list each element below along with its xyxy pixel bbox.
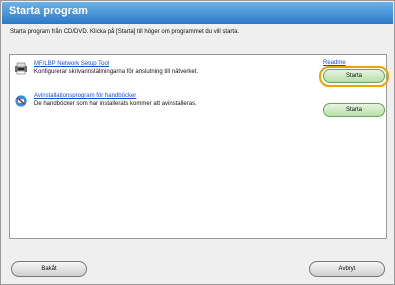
instruction-text: Starta program från CD/DVD. Klicka på [S… [10,29,240,35]
program-desc-network-setup: Konfigurerar skrivarinställningarna för … [34,69,199,75]
program-desc-uninstall-manuals: De handböcker som har installerats komme… [34,101,197,107]
program-name-uninstall-manuals[interactable]: Avinstallationsprogram för handböcker [34,93,136,99]
cancel-button[interactable]: Avbryt [309,261,385,277]
program-name-network-setup[interactable]: MF/LBP Network Setup Tool [34,61,109,67]
dialog-window: Starta program Starta program från CD/DV… [0,0,395,285]
cancel-button-label: Avbryt [338,266,356,272]
back-button-label: Bakåt [41,266,57,272]
start-button-network-setup[interactable]: Starta [323,69,385,83]
back-button[interactable]: Bakåt [11,261,87,277]
title-bar: Starta program [2,2,393,24]
printer-setup-icon [15,62,27,75]
start-button-label: Starta [345,73,362,79]
start-button-label: Starta [345,107,362,113]
uninstall-manuals-icon [15,95,27,107]
program-list-panel: MF/LBP Network Setup Tool Konfigurerar s… [9,54,389,239]
window-title: Starta program [9,5,88,17]
start-button-uninstall-manuals[interactable]: Starta [323,103,385,117]
